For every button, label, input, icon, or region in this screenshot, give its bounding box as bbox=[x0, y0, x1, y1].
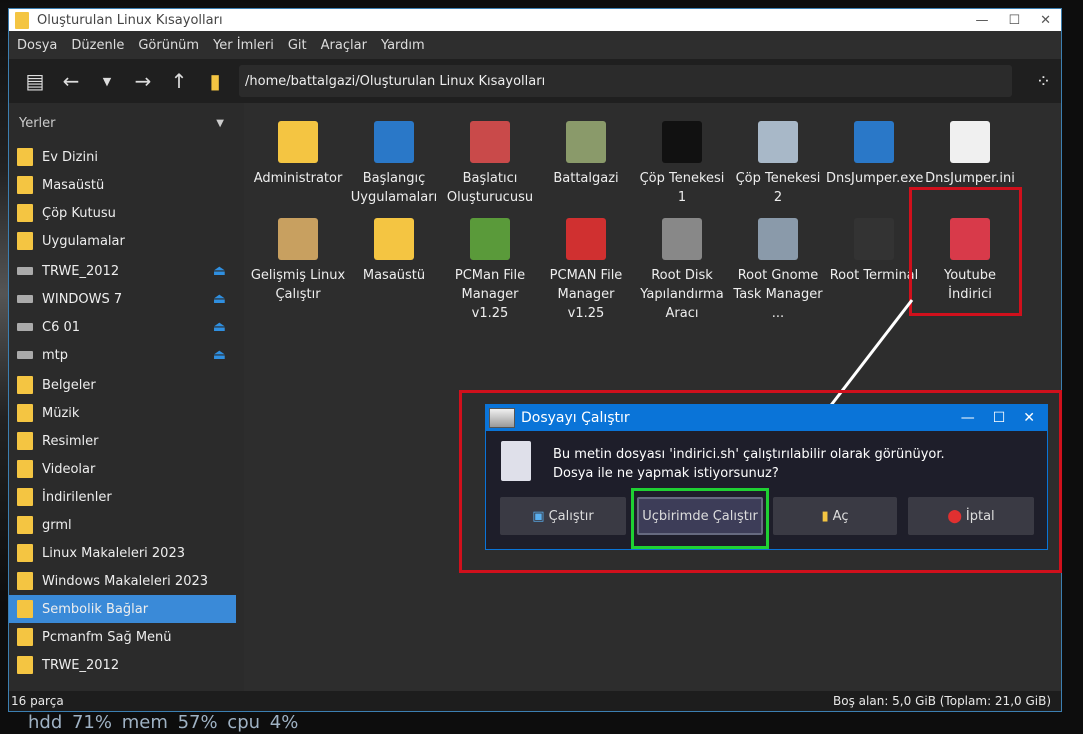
open-label: Aç bbox=[832, 508, 849, 524]
dialog-close[interactable]: ✕ bbox=[1023, 410, 1035, 426]
cancel-icon: ⬤ bbox=[947, 508, 962, 524]
dialog-message-1: Bu metin dosyası 'indirici.sh' çalıştırı… bbox=[553, 447, 945, 462]
arrow-annotation bbox=[772, 299, 914, 478]
highlight-box-terminal bbox=[631, 488, 769, 549]
open-folder-icon: ▮ bbox=[821, 508, 829, 524]
run-label: Çalıştır bbox=[548, 508, 594, 524]
dialog-maximize[interactable]: ☐ bbox=[993, 410, 1006, 426]
script-file-icon bbox=[501, 441, 531, 481]
run-icon: ▣ bbox=[532, 508, 545, 524]
dialog-minimize[interactable]: — bbox=[961, 410, 975, 426]
run-button[interactable]: ▣ Çalıştır bbox=[500, 497, 626, 535]
system-monitor: hdd 71% mem 57% cpu 4% bbox=[28, 712, 299, 733]
open-button[interactable]: ▮ Aç bbox=[773, 497, 897, 535]
dialog-message-2: Dosya ile ne yapmak istiyorsunuz? bbox=[553, 466, 779, 481]
cancel-label: İptal bbox=[965, 508, 995, 524]
cancel-button[interactable]: ⬤ İptal bbox=[908, 497, 1034, 535]
window-icon bbox=[489, 408, 515, 428]
dialog-title: Dosyayı Çalıştır bbox=[521, 410, 630, 426]
